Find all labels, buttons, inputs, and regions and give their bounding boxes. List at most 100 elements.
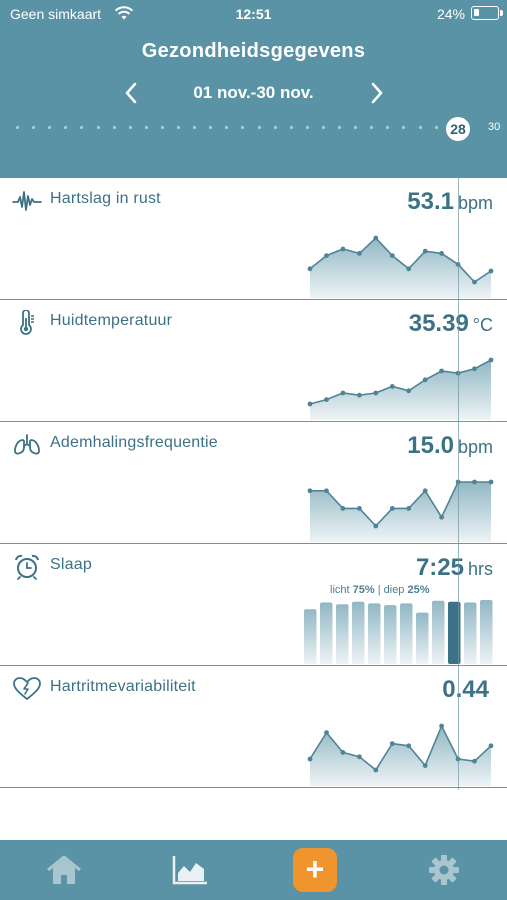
next-period-button[interactable] xyxy=(362,78,392,108)
card-title: Huidtemperatuur xyxy=(50,312,173,329)
card-heart-rate-variability[interactable]: Hartritmevariabiliteit 0.44 xyxy=(0,666,507,788)
data-point xyxy=(439,723,444,729)
tab-bar: + xyxy=(0,840,507,900)
data-point xyxy=(472,366,477,372)
data-point xyxy=(373,767,379,773)
sleep-chart xyxy=(304,600,493,664)
timeline-day-dot xyxy=(64,126,68,129)
data-point xyxy=(307,266,313,272)
data-point xyxy=(340,390,346,396)
thermometer-icon xyxy=(20,310,34,335)
respiratory-rate-chart xyxy=(307,479,494,542)
sleep-bar xyxy=(416,612,429,664)
card-resting-heart-rate[interactable]: Hartslag in rust 53.1 bpm xyxy=(0,178,507,300)
selected-day-cursor xyxy=(458,178,459,790)
series-area xyxy=(310,360,491,420)
data-point xyxy=(389,253,395,258)
value-number: 53.1 xyxy=(407,188,454,215)
timeline-day-dot xyxy=(257,126,261,129)
timeline-day-dot xyxy=(96,126,100,129)
data-point xyxy=(340,246,346,252)
header: Geen simkaart 12:51 24% Gezondheidsgegev… xyxy=(0,0,507,178)
app-root: Geen simkaart 12:51 24% Gezondheidsgegev… xyxy=(0,0,507,900)
timeline-day-dot xyxy=(338,126,341,129)
card-value: 15.0 bpm xyxy=(407,432,493,460)
timeline-day-dot xyxy=(144,126,148,129)
card-skin-temperature[interactable]: Huidtemperatuur 35.39 °C xyxy=(0,300,507,422)
chevron-right-icon xyxy=(371,82,383,104)
card-sleep[interactable]: Slaap 7:25 hrs licht 75% | diep 25% xyxy=(0,544,507,666)
value-unit: bpm xyxy=(457,437,493,457)
timeline-day-dot xyxy=(321,126,325,129)
card-value: 35.39 °C xyxy=(409,310,493,338)
data-point xyxy=(340,506,346,511)
data-point xyxy=(422,763,428,768)
skin-temperature-chart xyxy=(307,357,494,420)
resting-heart-rate-chart xyxy=(307,235,494,298)
timeline-day-dot xyxy=(32,126,36,129)
data-point xyxy=(324,488,329,494)
data-point xyxy=(472,479,477,485)
tab-settings[interactable] xyxy=(424,852,464,888)
data-point xyxy=(422,377,428,383)
battery-icon xyxy=(471,6,503,20)
data-point xyxy=(357,754,362,760)
sleep-bar xyxy=(320,602,333,664)
series-area xyxy=(310,238,491,298)
gear-icon xyxy=(429,855,459,885)
sleep-bar xyxy=(368,603,381,664)
data-point xyxy=(357,392,362,398)
timeline-day-dot xyxy=(177,126,180,129)
card-value: 7:25 hrs xyxy=(416,554,493,582)
timeline-day-dot xyxy=(16,126,19,129)
data-point xyxy=(439,251,444,256)
data-point xyxy=(406,506,412,511)
data-point xyxy=(488,743,494,749)
deep-percent: 25% xyxy=(407,584,430,596)
status-bar: Geen simkaart 12:51 24% xyxy=(0,0,507,28)
data-point xyxy=(373,523,379,529)
sleep-bar xyxy=(336,604,349,664)
data-point xyxy=(488,268,494,274)
data-point xyxy=(422,488,428,494)
add-entry-button[interactable]: + xyxy=(293,848,337,892)
heart-bolt-icon xyxy=(13,677,41,700)
timeline-day-dot xyxy=(354,126,358,129)
data-point xyxy=(307,488,313,494)
data-point xyxy=(340,750,346,755)
selected-day-handle[interactable]: 28 xyxy=(446,117,470,141)
timeline-day-dot xyxy=(48,126,52,129)
data-point xyxy=(406,266,412,272)
timeline-day-dot xyxy=(128,126,132,129)
timeline-day-dot xyxy=(418,126,422,129)
data-point xyxy=(373,235,379,241)
value-unit: bpm xyxy=(457,193,493,213)
tab-charts[interactable] xyxy=(170,852,210,888)
timeline-day-dot xyxy=(225,126,229,129)
series-area xyxy=(310,482,491,542)
day-timeline-slider[interactable]: 28 30 xyxy=(0,116,507,142)
data-point xyxy=(357,506,362,511)
light-label: licht xyxy=(330,584,350,596)
card-value: 0.44 xyxy=(442,676,493,704)
lungs-icon xyxy=(14,434,40,455)
area-chart-icon xyxy=(172,856,207,885)
page-title: Gezondheidsgegevens xyxy=(141,40,366,62)
sleep-bar xyxy=(432,600,445,664)
heartbeat-wave-icon xyxy=(12,191,42,211)
data-point xyxy=(488,479,494,485)
timeline-day-dot xyxy=(386,126,390,129)
card-title: Slaap xyxy=(50,556,92,573)
data-point xyxy=(422,248,428,254)
timeline-day-dot xyxy=(160,126,164,129)
data-point xyxy=(472,279,477,285)
data-point xyxy=(373,390,379,396)
card-respiratory-rate[interactable]: Ademhalingsfrequentie 15.0 bpm xyxy=(0,422,507,544)
battery-percent: 24% xyxy=(436,6,465,22)
card-title: Hartritmevariabiliteit xyxy=(50,678,196,695)
last-day-label: 30 xyxy=(488,121,501,133)
heart-rate-variability-chart xyxy=(307,723,494,786)
timeline-day-dot xyxy=(80,126,84,129)
tab-home[interactable] xyxy=(44,852,84,888)
timeline-day-dot xyxy=(289,126,293,129)
